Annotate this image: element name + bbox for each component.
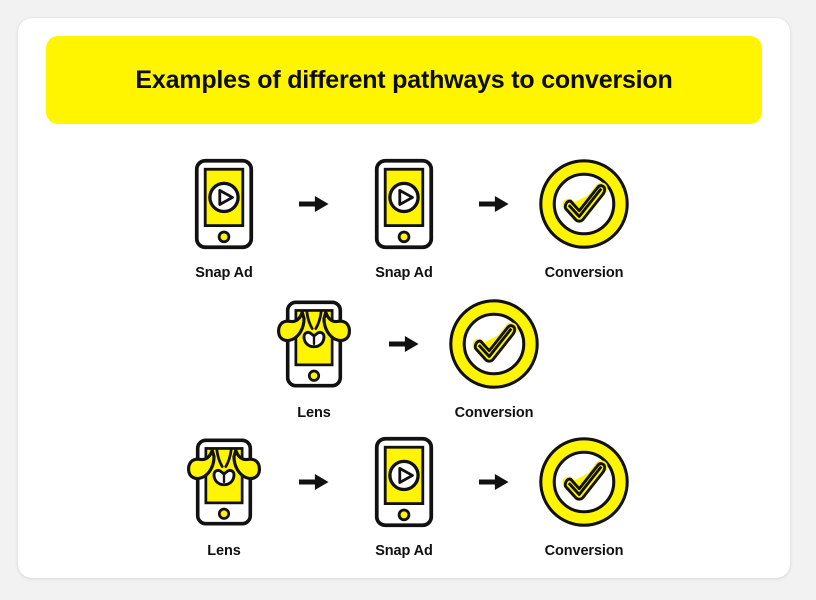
pathway-step: Lens [246, 292, 382, 421]
step-label: Snap Ad [375, 265, 433, 281]
arrow-right-icon [299, 474, 329, 490]
pathway-arrow [292, 430, 336, 534]
conversion-check-icon [539, 159, 629, 249]
pathway-step: Snap Ad [336, 430, 472, 559]
step-label: Lens [207, 543, 241, 559]
pathway-row-1: Snap Ad Snap Ad Conversion [18, 152, 790, 281]
arrow-right-icon [479, 474, 509, 490]
step-icon-slot [536, 152, 632, 256]
phone-lens-dog-icon [277, 300, 351, 388]
arrow-right-icon [479, 196, 509, 212]
phone-play-icon [374, 158, 434, 250]
step-icon-slot [185, 430, 263, 534]
step-label: Conversion [544, 543, 624, 559]
step-label: Lens [297, 405, 331, 421]
step-icon-slot [536, 430, 632, 534]
arrow-right-icon [299, 196, 329, 212]
title-banner: Examples of different pathways to conver… [46, 36, 762, 124]
pathway-row-3: Lens Snap Ad Conversion [18, 430, 790, 559]
pathway-step: Snap Ad [156, 152, 292, 281]
page-title: Examples of different pathways to conver… [135, 66, 673, 94]
step-icon-slot [275, 292, 353, 396]
pathway-arrow [382, 292, 426, 396]
step-label: Snap Ad [375, 543, 433, 559]
pathway-step: Lens [156, 430, 292, 559]
pathway-arrow [292, 152, 336, 256]
step-label: Conversion [454, 405, 534, 421]
step-icon-slot [193, 152, 255, 256]
pathway-step: Conversion [516, 152, 652, 281]
phone-lens-dog-icon [187, 438, 261, 526]
phone-play-icon [374, 436, 434, 528]
phone-play-icon [194, 158, 254, 250]
pathways-container: Snap Ad Snap Ad Conversion Lens Conversi… [18, 140, 790, 570]
step-icon-slot [373, 152, 435, 256]
pathway-arrow [472, 152, 516, 256]
step-icon-slot [446, 292, 542, 396]
pathway-step: Conversion [426, 292, 562, 421]
step-label: Conversion [544, 265, 624, 281]
conversion-check-icon [539, 437, 629, 527]
infographic-card: Examples of different pathways to conver… [18, 18, 790, 578]
step-icon-slot [373, 430, 435, 534]
pathway-step: Snap Ad [336, 152, 472, 281]
conversion-check-icon [449, 299, 539, 389]
pathway-arrow [472, 430, 516, 534]
pathway-step: Conversion [516, 430, 652, 559]
pathway-row-2: Lens Conversion [18, 292, 790, 421]
arrow-right-icon [389, 336, 419, 352]
step-label: Snap Ad [195, 265, 253, 281]
